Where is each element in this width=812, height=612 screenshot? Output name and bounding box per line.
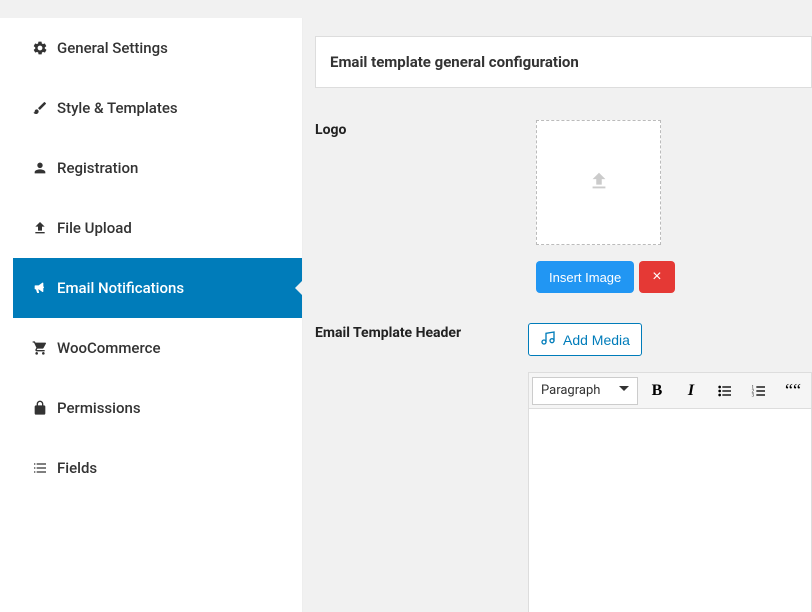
section-header: Email template general configuration xyxy=(315,36,812,88)
italic-button[interactable]: I xyxy=(676,377,706,405)
sidebar-item-permissions[interactable]: Permissions xyxy=(13,378,302,438)
insert-image-button[interactable]: Insert Image xyxy=(536,261,634,293)
content-area: Email template general configuration Log… xyxy=(303,18,812,612)
media-icon xyxy=(540,330,556,349)
gear-icon xyxy=(31,39,49,57)
sidebar-item-label: Email Notifications xyxy=(57,279,184,297)
rich-text-editor: Paragraph B I 123 xyxy=(528,372,812,612)
logo-label: Logo xyxy=(315,120,536,293)
editor-body[interactable] xyxy=(529,409,811,612)
sidebar-item-label: Style & Templates xyxy=(57,99,178,117)
user-icon xyxy=(31,159,49,177)
logo-dropzone[interactable] xyxy=(536,120,661,245)
svg-text:3: 3 xyxy=(752,393,755,398)
sidebar-item-email-notifications[interactable]: Email Notifications xyxy=(13,258,302,318)
blockquote-button[interactable]: ““ xyxy=(778,377,808,405)
bold-button[interactable]: B xyxy=(642,377,672,405)
cart-icon xyxy=(31,339,49,357)
paragraph-select-label: Paragraph xyxy=(541,383,600,398)
numbered-list-button[interactable]: 123 xyxy=(744,377,774,405)
sidebar-item-woocommerce[interactable]: WooCommerce xyxy=(13,318,302,378)
editor-toolbar: Paragraph B I 123 xyxy=(529,373,811,409)
upload-icon xyxy=(31,219,49,237)
settings-sidebar: General Settings Style & Templates Regis… xyxy=(0,18,303,612)
sidebar-item-label: Registration xyxy=(57,159,138,177)
upload-icon xyxy=(588,170,610,196)
lock-icon xyxy=(31,399,49,417)
sidebar-item-label: Permissions xyxy=(57,399,141,417)
sidebar-item-fields[interactable]: Fields xyxy=(13,438,302,498)
paragraph-select[interactable]: Paragraph xyxy=(532,377,638,405)
header-label: Email Template Header xyxy=(315,323,528,612)
sidebar-item-file-upload[interactable]: File Upload xyxy=(13,198,302,258)
add-media-label: Add Media xyxy=(563,332,630,348)
bullet-list-button[interactable] xyxy=(710,377,740,405)
sidebar-item-label: General Settings xyxy=(57,39,168,57)
sidebar-item-style-templates[interactable]: Style & Templates xyxy=(13,78,302,138)
megaphone-icon xyxy=(31,279,49,297)
sidebar-item-label: Fields xyxy=(57,459,97,477)
chevron-down-icon xyxy=(619,383,629,398)
sidebar-item-registration[interactable]: Registration xyxy=(13,138,302,198)
sidebar-item-general-settings[interactable]: General Settings xyxy=(13,18,302,78)
brush-icon xyxy=(31,99,49,117)
add-media-button[interactable]: Add Media xyxy=(528,323,642,356)
list-icon xyxy=(31,459,49,477)
sidebar-item-label: WooCommerce xyxy=(57,339,161,357)
sidebar-item-label: File Upload xyxy=(57,219,132,237)
remove-image-button[interactable]: × xyxy=(639,261,674,293)
